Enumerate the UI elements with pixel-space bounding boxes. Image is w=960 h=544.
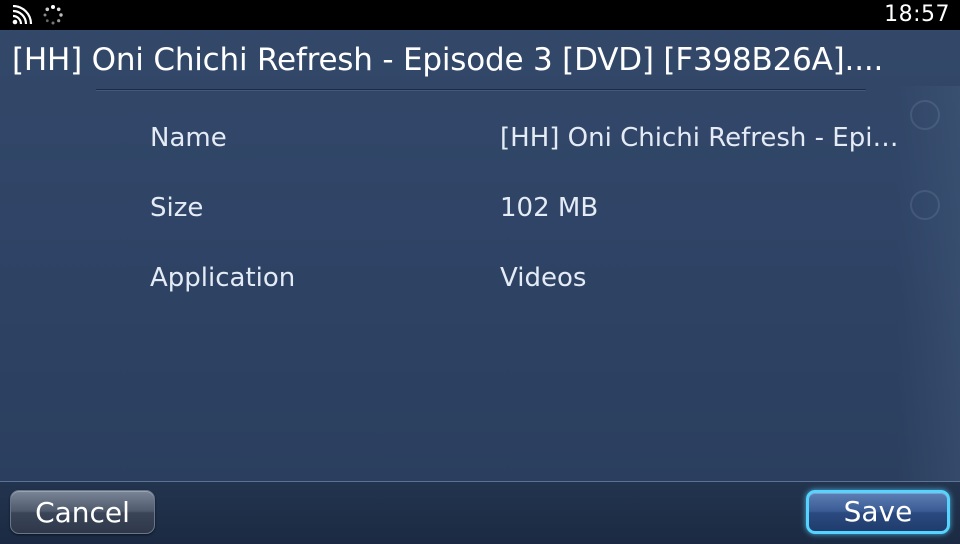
detail-row-size: Size 102 MB	[0, 188, 960, 228]
title-divider	[96, 89, 866, 90]
detail-label: Application	[150, 263, 296, 293]
dialog-title: [HH] Oni Chichi Refresh - Episode 3 [DVD…	[12, 42, 884, 78]
activity-icon	[43, 5, 63, 25]
detail-value: 102 MB	[500, 193, 599, 223]
detail-row-name: Name [HH] Oni Chichi Refresh - Epi…	[0, 118, 960, 158]
detail-label: Name	[150, 123, 227, 153]
file-details-dialog: 18:57 [HH] Oni Chichi Refresh - Episode …	[0, 0, 960, 544]
clock: 18:57	[884, 2, 950, 27]
detail-value: Videos	[500, 263, 587, 293]
detail-value: [HH] Oni Chichi Refresh - Epi…	[500, 123, 899, 153]
save-button[interactable]: Save	[806, 490, 950, 534]
detail-label: Size	[150, 193, 204, 223]
status-bar: 18:57	[0, 0, 960, 30]
cancel-button[interactable]: Cancel	[10, 490, 155, 534]
wifi-icon	[12, 5, 33, 25]
detail-row-application: Application Videos	[0, 258, 960, 298]
